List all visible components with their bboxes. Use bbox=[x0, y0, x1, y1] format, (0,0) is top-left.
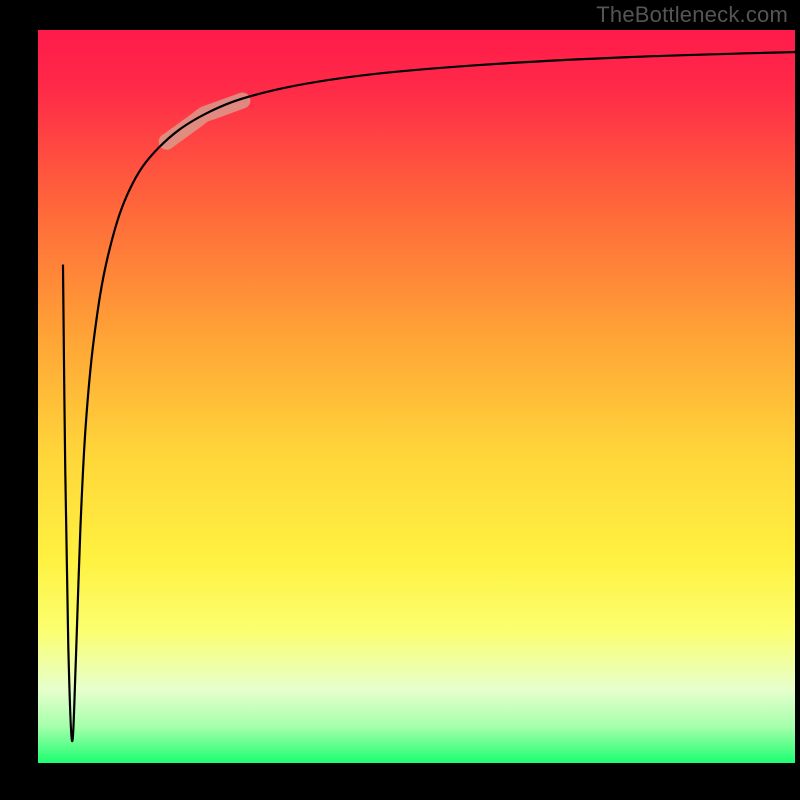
chart-container: TheBottleneck.com bbox=[0, 0, 800, 800]
plot-svg bbox=[38, 30, 795, 763]
curve-line bbox=[63, 52, 795, 741]
highlight-segment bbox=[167, 101, 243, 142]
watermark-text: TheBottleneck.com bbox=[596, 2, 788, 28]
